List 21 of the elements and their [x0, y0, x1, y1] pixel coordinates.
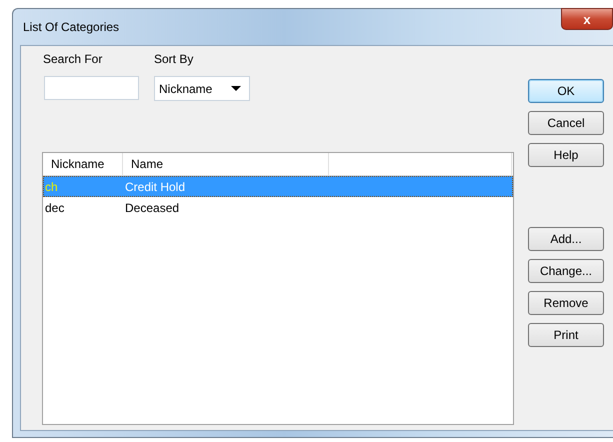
dialog-button[interactable]: Remove [528, 291, 604, 315]
dropdown-arrow-icon [231, 86, 241, 91]
close-button[interactable]: x [561, 8, 613, 30]
dialog-button[interactable]: OK [528, 79, 604, 103]
dialog-button[interactable]: Add... [528, 227, 604, 251]
dialog-button[interactable]: Help [528, 143, 604, 167]
list-row[interactable]: dec Deceased [43, 197, 513, 218]
search-field[interactable] [44, 76, 139, 100]
search-label: Search For [42, 52, 104, 66]
dialog-button[interactable]: Cancel [528, 111, 604, 135]
window-title: List Of Categories [23, 20, 120, 34]
nickname-cell-text: ch [44, 180, 59, 194]
column-header[interactable]: Nickname [43, 153, 123, 175]
sort-dropdown[interactable]: Nickname [154, 76, 250, 101]
sort-label: Sort By [153, 52, 194, 66]
dialog-button[interactable]: Print [528, 323, 604, 347]
nickname-cell-text: dec [44, 200, 66, 214]
dialog-button[interactable]: Change... [528, 259, 604, 283]
column-header[interactable]: Name [123, 153, 329, 175]
name-cell: Credit Hold [124, 180, 186, 194]
name-cell: Deceased [124, 200, 180, 214]
